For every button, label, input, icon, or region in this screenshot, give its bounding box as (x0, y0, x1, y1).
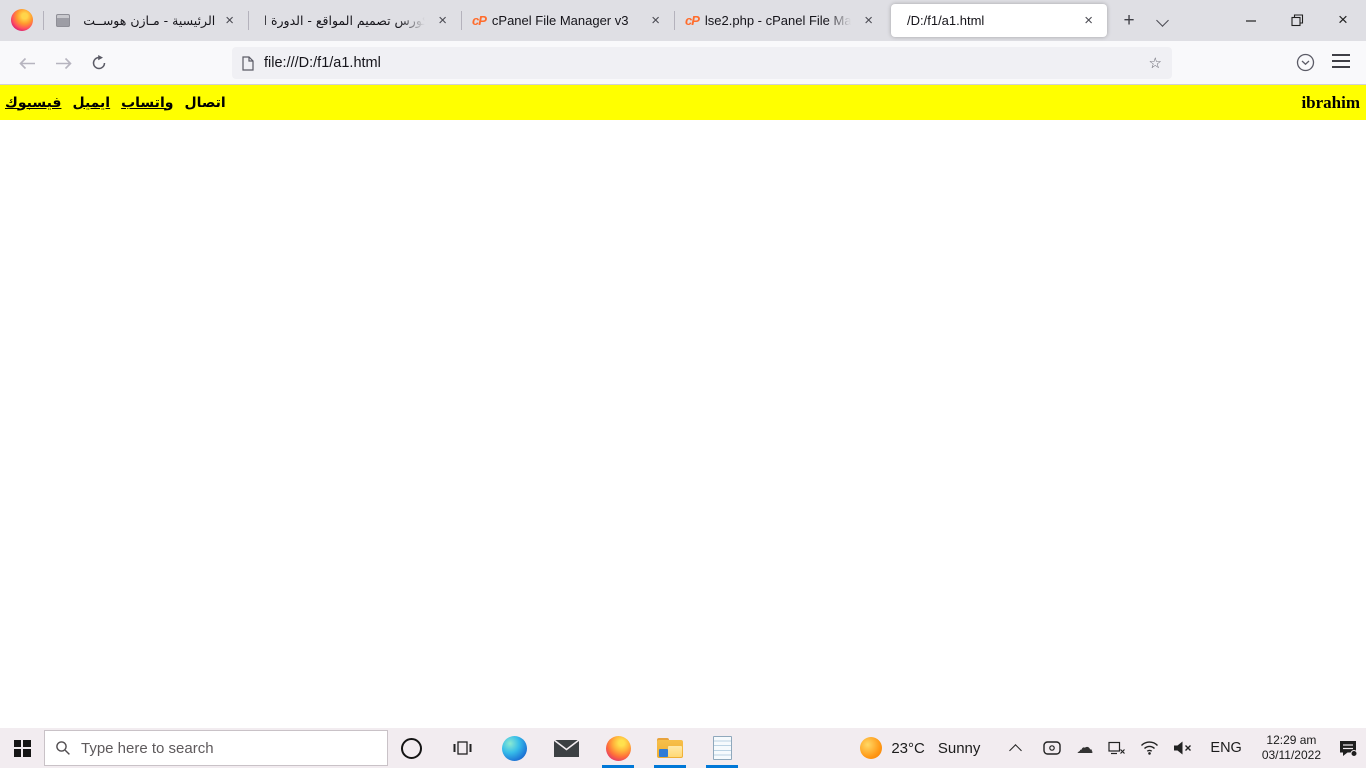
time-text: 12:29 am (1262, 733, 1321, 748)
mail-icon (554, 740, 579, 757)
cortana-button[interactable] (401, 738, 422, 759)
weather-condition: Sunny (938, 740, 981, 757)
tab-title: كورس تصميم المواقع - الدورة الثال (265, 13, 428, 28)
search-icon (55, 740, 71, 756)
tab-bar: الرئيسية - مـازن هوســت × كورس تصميم الم… (0, 0, 1366, 41)
document-icon (242, 56, 254, 71)
url-bar[interactable]: file:///D:/f1/a1.html ☆ (232, 47, 1172, 79)
back-icon (19, 57, 36, 70)
clock[interactable]: 12:29 am 03/11/2022 (1259, 733, 1324, 763)
hidden-icons-chevron[interactable] (1010, 744, 1023, 757)
cpanel-logo-icon: cP (472, 13, 486, 28)
pocket-button[interactable] (1296, 53, 1315, 77)
wifi-button[interactable] (1140, 741, 1159, 755)
taskbar-search-box[interactable] (44, 730, 388, 766)
hamburger-icon (1332, 54, 1350, 56)
game-bar-icon (1043, 741, 1061, 755)
nav-links: فيسبوك ايميل واتساب اتصال (5, 95, 226, 111)
tab-close-icon[interactable]: × (647, 11, 664, 30)
browser-toolbar: file:///D:/f1/a1.html ☆ (0, 41, 1366, 85)
tab-a1-html-active[interactable]: /D:/f1/a1.html × (891, 4, 1107, 37)
weather-temp: 23°C (891, 740, 925, 757)
restore-icon (1291, 14, 1304, 27)
start-button[interactable] (0, 728, 44, 768)
game-bar-button[interactable] (1043, 741, 1061, 755)
notepad-button[interactable] (708, 728, 736, 768)
app-menu-button[interactable] (1332, 54, 1350, 68)
close-icon: × (1338, 10, 1348, 30)
minimize-button[interactable] (1228, 0, 1274, 40)
action-center-button[interactable] (1339, 740, 1358, 757)
search-input[interactable] (81, 740, 351, 757)
firefox-button[interactable] (604, 728, 632, 768)
task-view-button[interactable] (448, 728, 476, 768)
pocket-icon (1296, 53, 1315, 72)
windows-logo-icon (14, 740, 31, 757)
tab-close-icon[interactable]: × (860, 11, 877, 30)
tab-lse2-php[interactable]: cP lse2.php - cPanel File Manage × (675, 0, 887, 41)
web-page: فيسبوك ايميل واتساب اتصال ibrahim (0, 85, 1366, 728)
volume-muted-button[interactable] (1174, 741, 1193, 755)
bookmark-star-icon[interactable]: ☆ (1149, 54, 1162, 72)
tab-title: cPanel File Manager v3 (492, 13, 641, 28)
tab-design-course[interactable]: كورس تصميم المواقع - الدورة الثال × (249, 0, 461, 41)
folder-icon (657, 738, 683, 758)
forward-button[interactable] (48, 49, 78, 77)
mail-button[interactable] (552, 728, 580, 768)
chevron-down-icon (1156, 14, 1169, 27)
system-tray: 23°C Sunny ☁ (854, 728, 1366, 768)
windows-taskbar: 23°C Sunny ☁ (0, 728, 1366, 768)
nav-link-facebook[interactable]: فيسبوك (5, 95, 61, 111)
restore-button[interactable] (1274, 0, 1320, 40)
reload-icon (91, 55, 107, 71)
page-nav-bar: فيسبوك ايميل واتساب اتصال ibrahim (0, 85, 1366, 120)
sun-icon (860, 737, 882, 759)
tab-close-icon[interactable]: × (221, 11, 238, 30)
firefox-icon (606, 736, 631, 761)
tab-cpanel-file-manager[interactable]: cP cPanel File Manager v3 × (462, 0, 674, 41)
nav-link-contact[interactable]: اتصال (184, 95, 225, 111)
date-text: 03/11/2022 (1262, 748, 1321, 763)
separator (43, 11, 44, 30)
nav-link-email[interactable]: ايميل (72, 95, 110, 111)
action-center-icon (1339, 740, 1358, 757)
tab-title: /D:/f1/a1.html (907, 13, 1074, 28)
language-indicator[interactable]: ENG (1208, 740, 1243, 756)
back-button[interactable] (12, 49, 42, 77)
ime-keyboard-icon (1108, 741, 1125, 755)
ime-button[interactable] (1108, 741, 1125, 755)
edge-icon (502, 736, 527, 761)
tab-list-dropdown-button[interactable] (1158, 12, 1180, 30)
cpanel-logo-icon: cP (685, 13, 699, 28)
firefox-logo-icon[interactable] (11, 9, 33, 31)
notepad-icon (713, 736, 732, 760)
onedrive-cloud-icon[interactable]: ☁ (1076, 740, 1093, 757)
minimize-icon (1245, 14, 1257, 26)
close-window-button[interactable]: × (1320, 0, 1366, 40)
tab-close-icon[interactable]: × (434, 11, 451, 30)
new-tab-button[interactable]: + (1116, 8, 1142, 34)
screen: الرئيسية - مـازن هوســت × كورس تصميم الم… (0, 0, 1366, 768)
taskbar-apps (448, 728, 736, 768)
wifi-icon (1140, 741, 1159, 755)
url-text: file:///D:/f1/a1.html (264, 55, 1149, 71)
tab-mazen-host[interactable]: الرئيسية - مـازن هوســت × (46, 0, 248, 41)
file-explorer-button[interactable] (656, 728, 684, 768)
tab-close-icon[interactable]: × (1080, 11, 1097, 30)
site-favicon-icon (56, 14, 70, 27)
weather-widget[interactable]: 23°C Sunny (854, 737, 986, 759)
edge-button[interactable] (500, 728, 528, 768)
speaker-mute-icon (1174, 741, 1193, 755)
nav-link-whatsapp[interactable]: واتساب (121, 95, 173, 111)
tab-title: الرئيسية - مـازن هوســت (76, 13, 215, 28)
reload-button[interactable] (84, 49, 114, 77)
task-view-icon (453, 740, 472, 756)
forward-icon (55, 57, 72, 70)
tab-title: lse2.php - cPanel File Manage (705, 13, 854, 28)
brand-title: ibrahim (1301, 93, 1360, 113)
